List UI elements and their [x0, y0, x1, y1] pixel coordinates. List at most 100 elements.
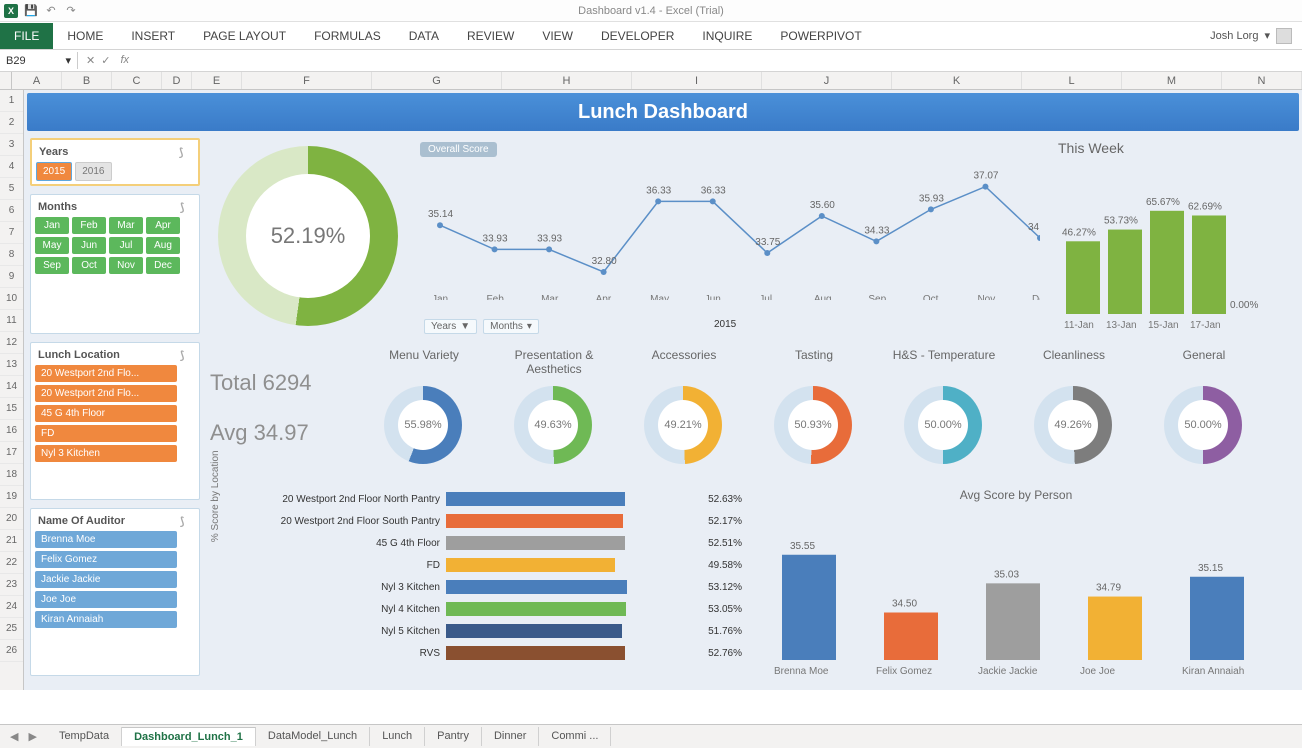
row-10[interactable]: 10: [0, 288, 23, 310]
clear-filter-icon[interactable]: ⟆: [179, 146, 191, 158]
slicer-years[interactable]: Years⟆ 20152016: [30, 138, 200, 186]
col-D[interactable]: D: [162, 72, 192, 89]
next-sheet-icon[interactable]: ▶: [28, 730, 36, 743]
col-A[interactable]: A: [12, 72, 62, 89]
prev-sheet-icon[interactable]: ◀: [10, 730, 18, 743]
select-all-corner[interactable]: [0, 72, 12, 89]
row-15[interactable]: 15: [0, 398, 23, 420]
row-14[interactable]: 14: [0, 376, 23, 398]
row-9[interactable]: 9: [0, 266, 23, 288]
sheet-tab[interactable]: TempData: [47, 727, 122, 746]
ribbon-tab-inquire[interactable]: INQUIRE: [688, 23, 766, 49]
ribbon-tab-powerpivot[interactable]: POWERPIVOT: [766, 23, 875, 49]
row-21[interactable]: 21: [0, 530, 23, 552]
row-3[interactable]: 3: [0, 134, 23, 156]
slicer-item[interactable]: Jul: [109, 237, 143, 254]
timeline-control[interactable]: Years ▼ Months ▾ 2015: [424, 319, 539, 334]
slicer-item[interactable]: Sep: [35, 257, 69, 274]
ribbon-tab-page-layout[interactable]: PAGE LAYOUT: [189, 23, 300, 49]
ribbon-tab-view[interactable]: VIEW: [528, 23, 587, 49]
row-13[interactable]: 13: [0, 354, 23, 376]
row-25[interactable]: 25: [0, 618, 23, 640]
save-icon[interactable]: 💾: [24, 4, 38, 18]
sheet-tab[interactable]: DataModel_Lunch: [256, 727, 370, 746]
file-tab[interactable]: FILE: [0, 23, 53, 49]
col-G[interactable]: G: [372, 72, 502, 89]
row-23[interactable]: 23: [0, 574, 23, 596]
ribbon-tab-insert[interactable]: INSERT: [117, 23, 189, 49]
row-12[interactable]: 12: [0, 332, 23, 354]
slicer-item[interactable]: 45 G 4th Floor: [35, 405, 177, 422]
slicer-item[interactable]: Kiran Annaiah: [35, 611, 177, 628]
slicer-item[interactable]: Felix Gomez: [35, 551, 177, 568]
cancel-icon[interactable]: ✕: [86, 54, 95, 67]
row-19[interactable]: 19: [0, 486, 23, 508]
redo-icon[interactable]: ↷: [64, 4, 78, 18]
row-11[interactable]: 11: [0, 310, 23, 332]
sheet-tab[interactable]: Dinner: [482, 727, 539, 746]
row-26[interactable]: 26: [0, 640, 23, 662]
undo-icon[interactable]: ↶: [44, 4, 58, 18]
slicer-auditor[interactable]: Name Of Auditor⟆ Brenna MoeFelix GomezJa…: [30, 508, 200, 676]
row-1[interactable]: 1: [0, 90, 23, 112]
slicer-item[interactable]: Oct: [72, 257, 106, 274]
name-box[interactable]: B29▾: [0, 52, 78, 69]
slicer-location[interactable]: Lunch Location⟆ 20 Westport 2nd Flo...20…: [30, 342, 200, 500]
row-8[interactable]: 8: [0, 244, 23, 266]
col-F[interactable]: F: [242, 72, 372, 89]
slicer-item[interactable]: 2015: [36, 162, 72, 181]
ribbon-tab-formulas[interactable]: FORMULAS: [300, 23, 395, 49]
col-N[interactable]: N: [1222, 72, 1302, 89]
col-C[interactable]: C: [112, 72, 162, 89]
slicer-item[interactable]: Jan: [35, 217, 69, 234]
slicer-item[interactable]: Aug: [146, 237, 180, 254]
ribbon-tab-review[interactable]: REVIEW: [453, 23, 528, 49]
row-24[interactable]: 24: [0, 596, 23, 618]
slicer-item[interactable]: Dec: [146, 257, 180, 274]
col-I[interactable]: I: [632, 72, 762, 89]
sheet-tab[interactable]: Pantry: [425, 727, 482, 746]
ribbon-tab-data[interactable]: DATA: [395, 23, 453, 49]
col-L[interactable]: L: [1022, 72, 1122, 89]
slicer-months[interactable]: Months⟆ JanFebMarAprMayJunJulAugSepOctNo…: [30, 194, 200, 334]
row-4[interactable]: 4: [0, 156, 23, 178]
slicer-item[interactable]: 20 Westport 2nd Flo...: [35, 385, 177, 402]
row-16[interactable]: 16: [0, 420, 23, 442]
user-avatar-icon[interactable]: [1276, 28, 1292, 44]
col-M[interactable]: M: [1122, 72, 1222, 89]
row-7[interactable]: 7: [0, 222, 23, 244]
slicer-item[interactable]: Jun: [72, 237, 106, 254]
col-K[interactable]: K: [892, 72, 1022, 89]
col-J[interactable]: J: [762, 72, 892, 89]
row-5[interactable]: 5: [0, 178, 23, 200]
slicer-item[interactable]: 20 Westport 2nd Flo...: [35, 365, 177, 382]
slicer-item[interactable]: Mar: [109, 217, 143, 234]
slicer-item[interactable]: Jackie Jackie: [35, 571, 177, 588]
accept-icon[interactable]: ✓: [101, 54, 110, 67]
sheet-tab[interactable]: Commi ...: [539, 727, 611, 746]
slicer-item[interactable]: 2016: [75, 162, 111, 181]
slicer-item[interactable]: Nov: [109, 257, 143, 274]
ribbon-tab-developer[interactable]: DEVELOPER: [587, 23, 688, 49]
clear-filter-icon[interactable]: ⟆: [180, 201, 192, 213]
slicer-item[interactable]: Brenna Moe: [35, 531, 177, 548]
slicer-item[interactable]: Feb: [72, 217, 106, 234]
col-B[interactable]: B: [62, 72, 112, 89]
ribbon-tab-home[interactable]: HOME: [53, 23, 117, 49]
row-2[interactable]: 2: [0, 112, 23, 134]
row-20[interactable]: 20: [0, 508, 23, 530]
row-18[interactable]: 18: [0, 464, 23, 486]
col-H[interactable]: H: [502, 72, 632, 89]
slicer-item[interactable]: Apr: [146, 217, 180, 234]
row-22[interactable]: 22: [0, 552, 23, 574]
fx-icon[interactable]: fx: [116, 54, 133, 67]
slicer-item[interactable]: Joe Joe: [35, 591, 177, 608]
worksheet[interactable]: Lunch Dashboard Years⟆ 20152016 Months⟆ …: [24, 90, 1302, 690]
clear-filter-icon[interactable]: ⟆: [180, 349, 192, 361]
sheet-tab[interactable]: Lunch: [370, 727, 425, 746]
slicer-item[interactable]: FD: [35, 425, 177, 442]
user-name[interactable]: Josh Lorg: [1210, 30, 1258, 42]
slicer-item[interactable]: Nyl 3 Kitchen: [35, 445, 177, 462]
slicer-item[interactable]: May: [35, 237, 69, 254]
row-6[interactable]: 6: [0, 200, 23, 222]
